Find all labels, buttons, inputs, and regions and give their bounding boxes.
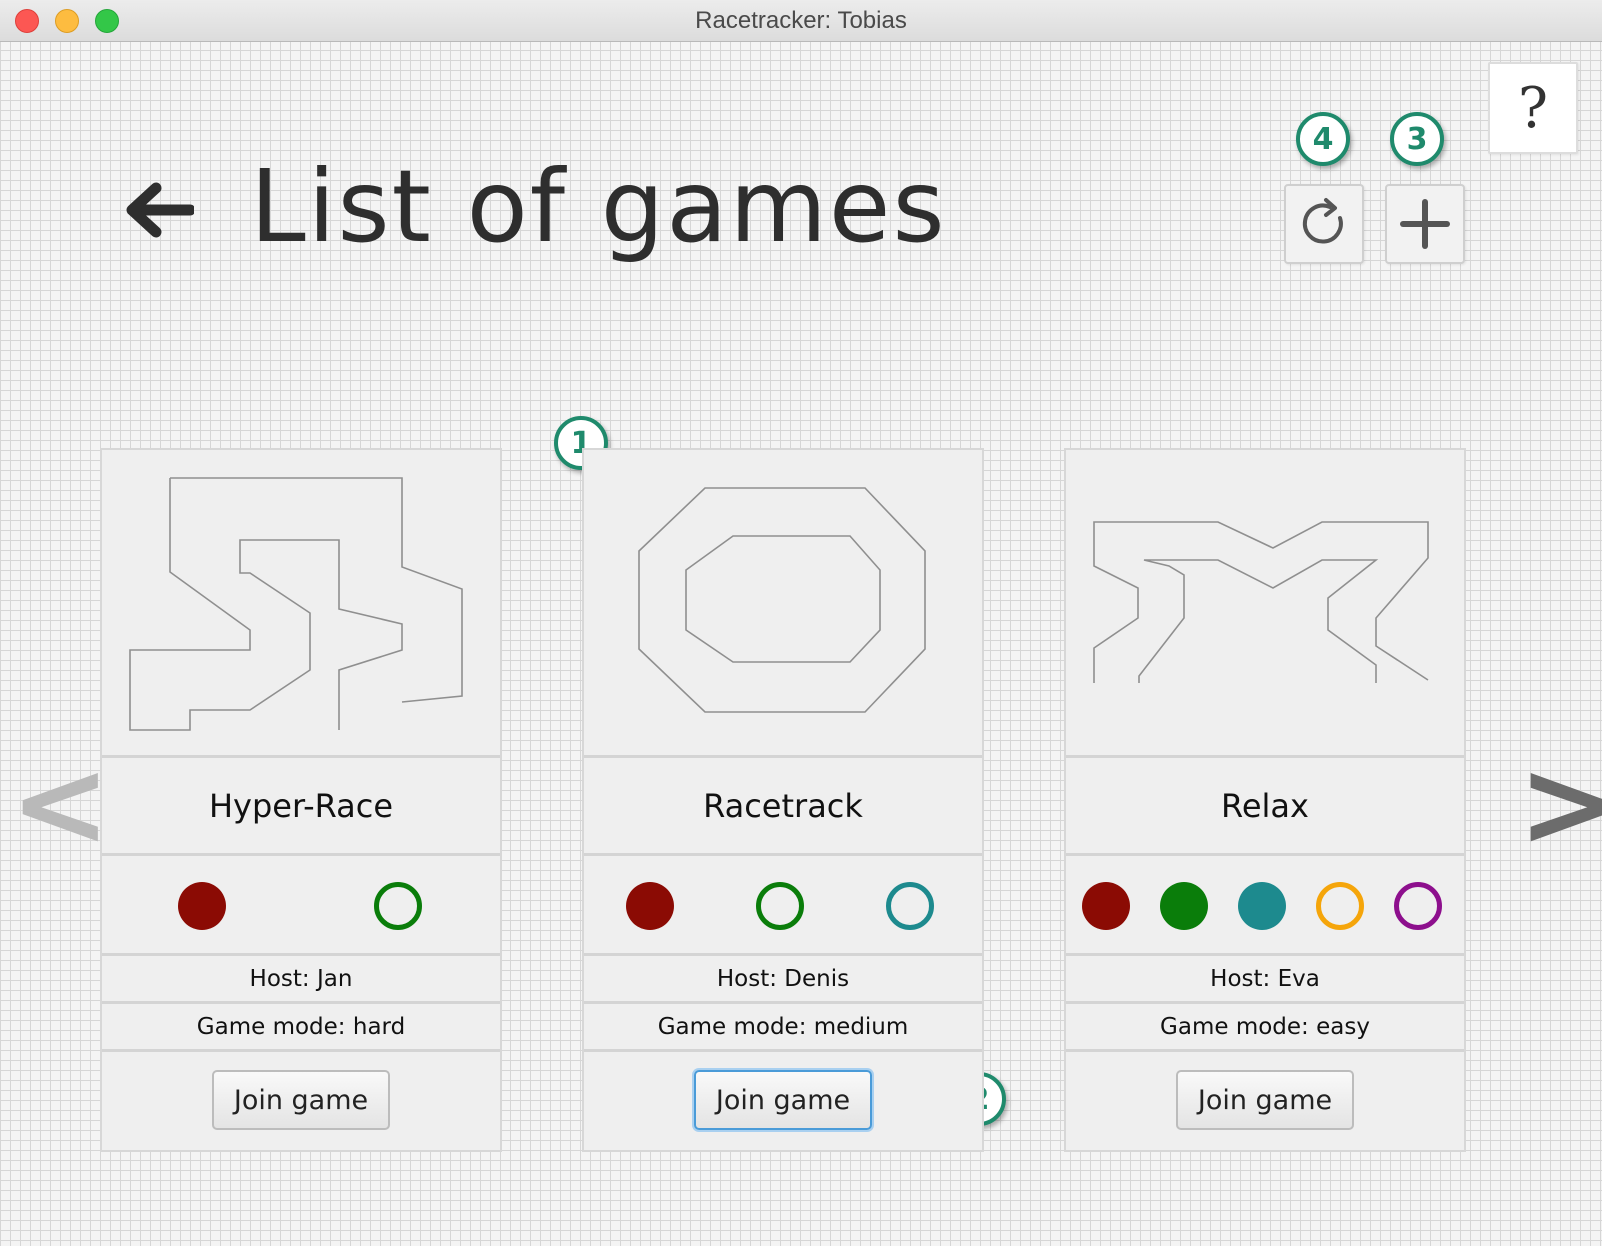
player-dot-open — [886, 882, 934, 930]
join-game-button[interactable]: Join game — [211, 1070, 391, 1130]
track-preview-image — [1093, 521, 1429, 683]
player-dot-open — [756, 882, 804, 930]
track-preview — [1066, 450, 1464, 758]
refresh-icon — [1302, 198, 1343, 244]
card-action: Join game — [102, 1052, 500, 1148]
game-name: Hyper-Race — [102, 758, 500, 856]
game-host: Host: Eva — [1066, 956, 1464, 1004]
help-button[interactable]: ? — [1488, 62, 1578, 154]
player-slots — [102, 856, 500, 956]
game-mode: Game mode: hard — [102, 1004, 500, 1052]
track-preview — [102, 450, 500, 758]
next-page-button[interactable]: > — [1518, 745, 1602, 865]
game-name: Racetrack — [584, 758, 982, 856]
game-mode: Game mode: medium — [584, 1004, 982, 1052]
track-preview-image — [129, 477, 463, 731]
player-dot-occupied — [1238, 882, 1286, 930]
player-slots — [584, 856, 982, 956]
plus-icon — [1400, 199, 1450, 249]
track-preview — [584, 450, 982, 758]
game-card-racetrack[interactable]: Racetrack Host: Denis Game mode: medium … — [582, 448, 984, 1152]
back-arrow-icon[interactable] — [124, 182, 194, 238]
annotation-badge-add: 3 — [1390, 112, 1444, 166]
annotation-badge-refresh: 4 — [1296, 112, 1350, 166]
player-dot-open — [1394, 882, 1442, 930]
track-preview-image — [638, 487, 926, 713]
game-host: Host: Jan — [102, 956, 500, 1004]
game-host: Host: Denis — [584, 956, 982, 1004]
title-bar: Racetracker: Tobias — [0, 0, 1602, 42]
page-title: List of games — [250, 148, 947, 265]
player-dot-occupied — [1082, 882, 1130, 930]
join-game-button[interactable]: Join game — [1175, 1070, 1355, 1130]
player-dot-open — [1316, 882, 1364, 930]
join-game-button[interactable]: Join game — [693, 1070, 873, 1130]
player-dot-open — [374, 882, 422, 930]
card-action: Join game — [1066, 1052, 1464, 1148]
game-name: Relax — [1066, 758, 1464, 856]
game-card-hyper-race[interactable]: Hyper-Race Host: Jan Game mode: hard Joi… — [100, 448, 502, 1152]
app-window: Racetracker: Tobias List of games ? 4 3 … — [0, 0, 1602, 1246]
refresh-button[interactable] — [1284, 184, 1364, 264]
add-game-button[interactable] — [1385, 184, 1465, 264]
window-title: Racetracker: Tobias — [695, 7, 907, 34]
card-action: Join game — [584, 1052, 982, 1148]
game-card-relax[interactable]: Relax Host: Eva Game mode: easy Join gam… — [1064, 448, 1466, 1152]
player-slots — [1066, 856, 1464, 956]
game-mode: Game mode: easy — [1066, 1004, 1464, 1052]
previous-page-button[interactable]: < — [10, 745, 111, 865]
player-dot-occupied — [626, 882, 674, 930]
player-dot-occupied — [178, 882, 226, 930]
player-dot-occupied — [1160, 882, 1208, 930]
